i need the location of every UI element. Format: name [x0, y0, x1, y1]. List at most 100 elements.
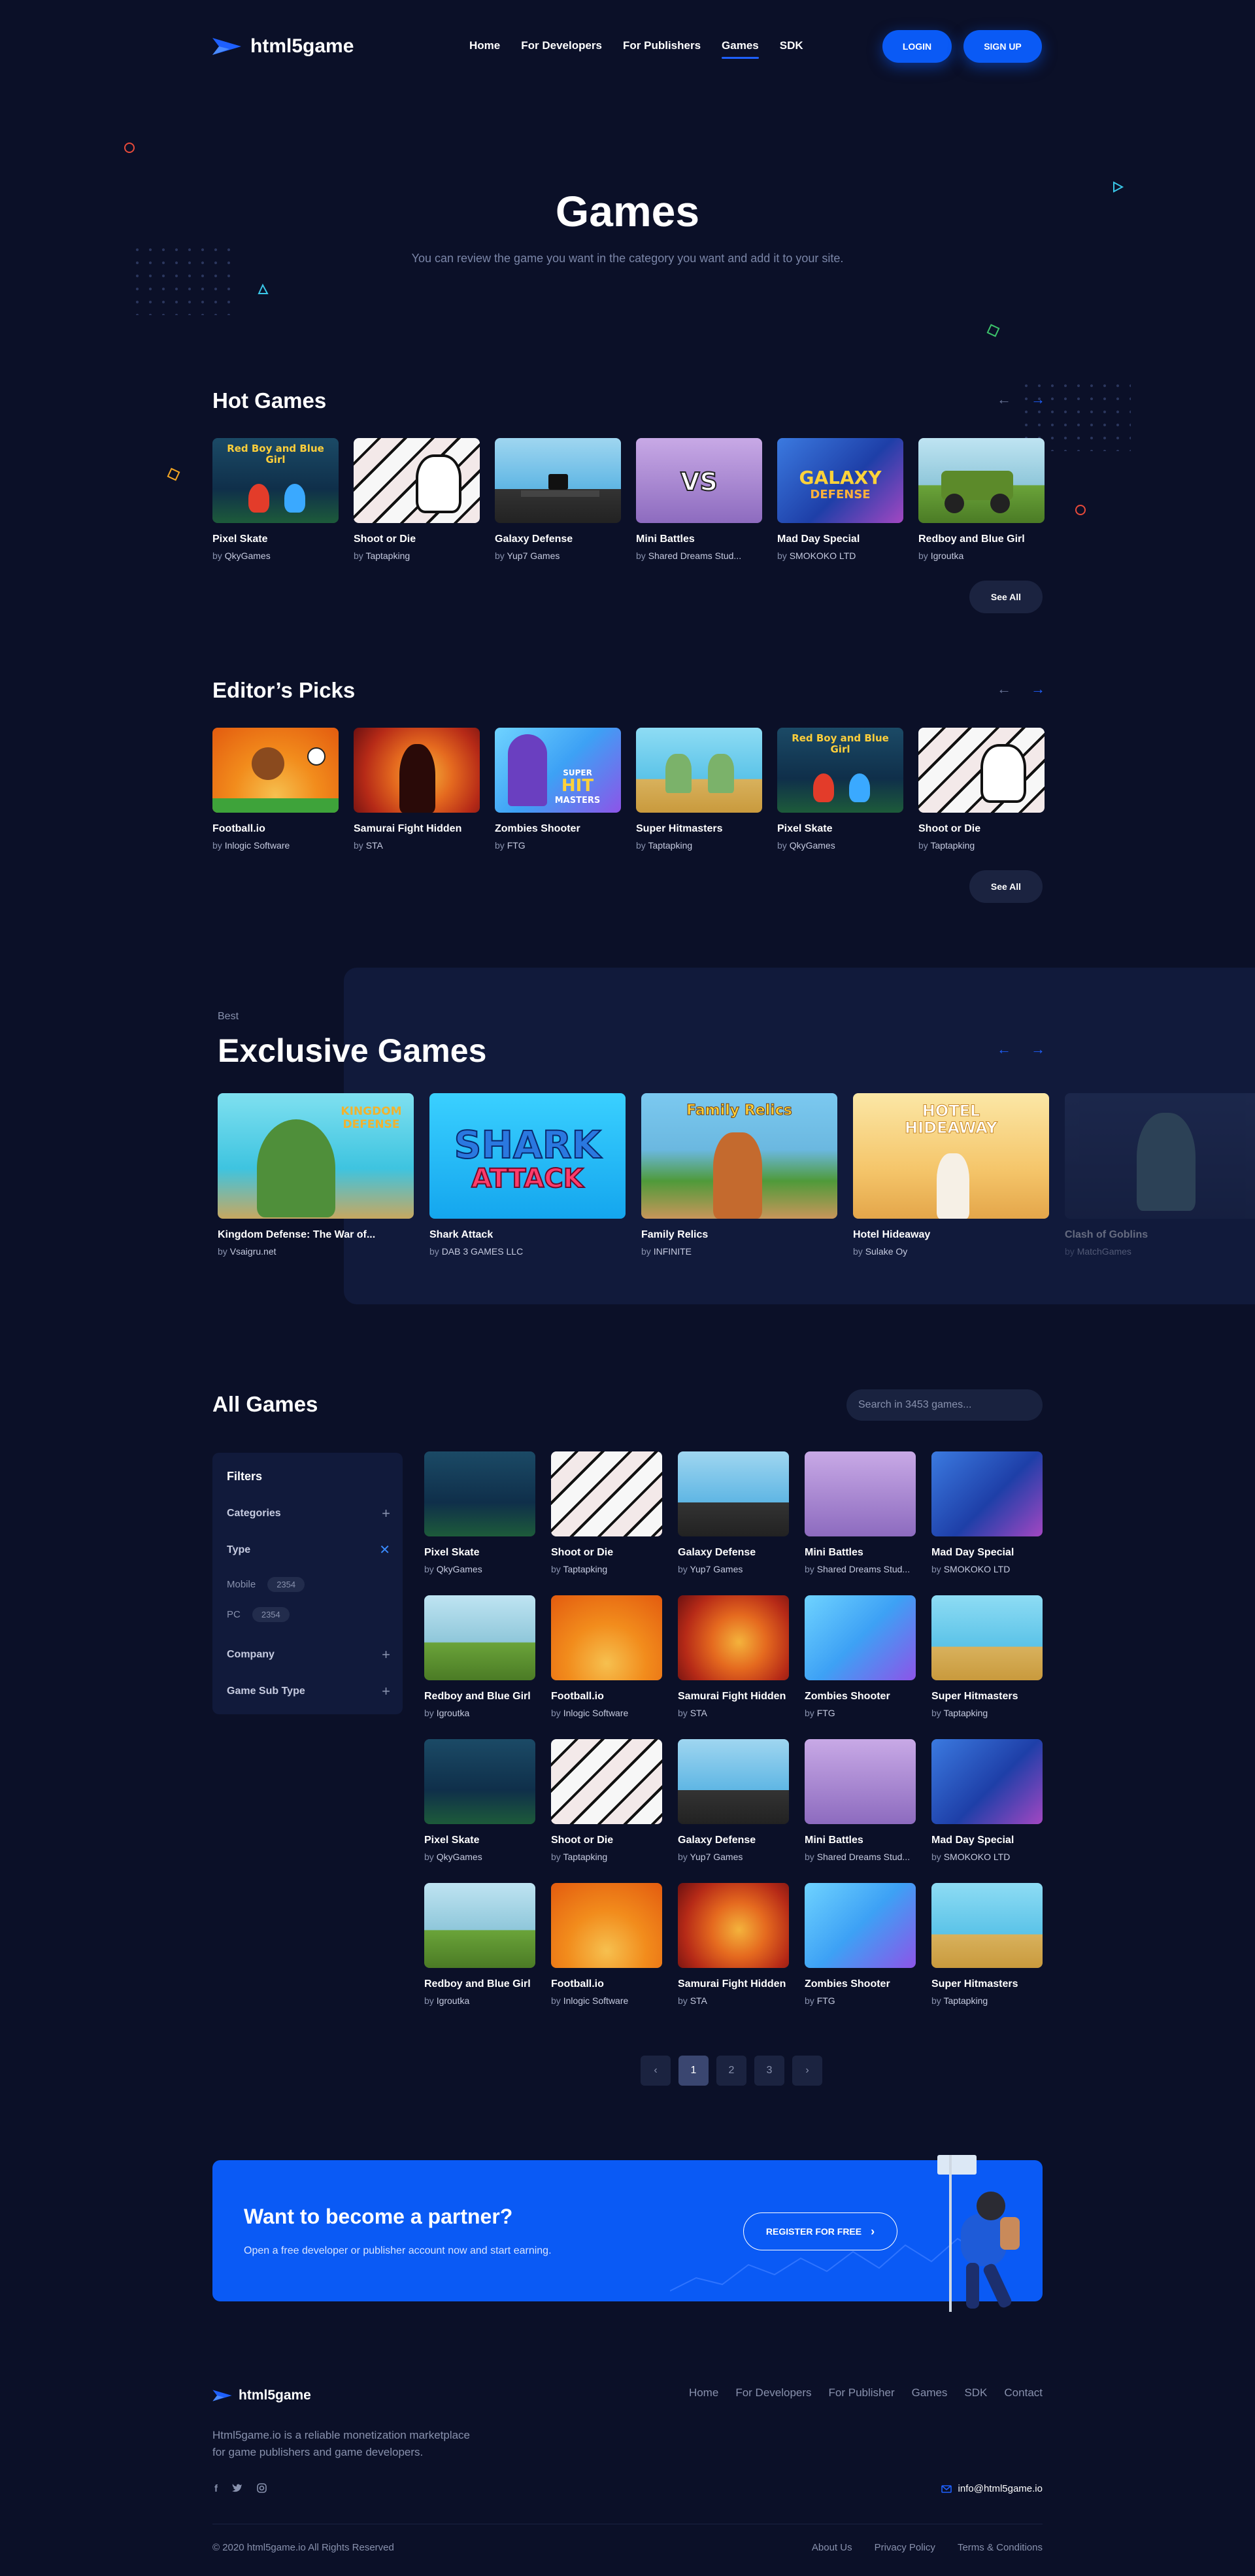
- filter-game-sub-type[interactable]: Game Sub Type +: [227, 1683, 390, 1700]
- page-button[interactable]: 1: [678, 2056, 709, 2086]
- game-card[interactable]: VS Mini Battles by Shared Dreams Stud...: [636, 438, 762, 561]
- next-arrow-icon[interactable]: →: [1031, 1041, 1045, 1058]
- game-card[interactable]: Mad Day Special by SMOKOKO LTD: [931, 1451, 1043, 1595]
- game-card[interactable]: Galaxy Defense by Yup7 Games: [678, 1739, 789, 1883]
- thumb-subtitle: MASTERS: [554, 796, 601, 805]
- instagram-icon[interactable]: [257, 2483, 267, 2493]
- footer-link-developers[interactable]: For Developers: [735, 2386, 811, 2399]
- game-card[interactable]: Zombies Shooter by FTG: [805, 1595, 916, 1739]
- filter-type[interactable]: Type ✕: [227, 1542, 390, 1558]
- signup-button[interactable]: SIGN UP: [963, 30, 1042, 63]
- game-thumbnail: [931, 1595, 1043, 1680]
- next-arrow-icon[interactable]: →: [1031, 681, 1045, 698]
- game-card[interactable]: Mini Battles by Shared Dreams Stud...: [805, 1451, 916, 1595]
- game-card[interactable]: Football.io by Inlogic Software: [551, 1883, 662, 2027]
- prev-arrow-icon[interactable]: ←: [997, 681, 1011, 698]
- footer-link-home[interactable]: Home: [689, 2386, 718, 2399]
- game-name: Mini Battles: [805, 1835, 863, 1846]
- game-card[interactable]: Samurai Fight Hidden by STA: [678, 1883, 789, 2027]
- filter-option-mobile[interactable]: Mobile 2354: [227, 1577, 305, 1592]
- game-card[interactable]: Pixel Skate by QkyGames: [424, 1451, 535, 1595]
- facebook-icon[interactable]: f: [214, 2483, 218, 2494]
- exclusive-game-card[interactable]: Family Relics Family Relics by INFINITE: [641, 1093, 837, 1257]
- game-thumbnail: [678, 1739, 789, 1824]
- game-card[interactable]: Galaxy Defense by Yup7 Games: [495, 438, 621, 561]
- nav-for-developers[interactable]: For Developers: [521, 39, 602, 52]
- game-card[interactable]: Redboy and Blue Girl by Igroutka: [918, 438, 1045, 561]
- game-card[interactable]: Football.io by Inlogic Software: [212, 728, 339, 851]
- game-card[interactable]: Super Hitmasters by Taptapking: [636, 728, 762, 851]
- game-card[interactable]: Super Hitmasters by Taptapking: [931, 1595, 1043, 1739]
- game-card[interactable]: Samurai Fight Hidden by STA: [678, 1595, 789, 1739]
- game-card[interactable]: Shoot or Die by Taptapking: [551, 1451, 662, 1595]
- register-button[interactable]: REGISTER FOR FREE ›: [743, 2212, 897, 2250]
- filter-option-pc[interactable]: PC 2354: [227, 1607, 290, 1622]
- game-card[interactable]: Red Boy and Blue Girl Pixel Skate by Qky…: [212, 438, 339, 561]
- plus-icon[interactable]: +: [382, 1646, 390, 1663]
- game-author: by QkyGames: [777, 840, 835, 851]
- search-input[interactable]: [846, 1389, 1043, 1421]
- game-card[interactable]: Redboy and Blue Girl by Igroutka: [424, 1595, 535, 1739]
- game-card[interactable]: Redboy and Blue Girl by Igroutka: [424, 1883, 535, 2027]
- footer-link-publisher[interactable]: For Publisher: [829, 2386, 895, 2399]
- footer-link-contact[interactable]: Contact: [1004, 2386, 1043, 2399]
- exclusive-game-card[interactable]: SHARK ATTACK Shark Attack by DAB 3 GAMES…: [429, 1093, 626, 1257]
- game-card[interactable]: Mini Battles by Shared Dreams Stud...: [805, 1739, 916, 1883]
- game-card[interactable]: Shoot or Die by Taptapking: [551, 1739, 662, 1883]
- filter-categories[interactable]: Categories +: [227, 1505, 390, 1522]
- prev-arrow-icon[interactable]: ←: [997, 1041, 1011, 1058]
- privacy-policy-link[interactable]: Privacy Policy: [875, 2542, 935, 2553]
- game-card[interactable]: Shoot or Die by Taptapking: [918, 728, 1045, 851]
- platform: [521, 490, 599, 497]
- brand-logo[interactable]: html5game: [212, 35, 354, 58]
- next-page-button[interactable]: ›: [792, 2056, 822, 2086]
- hot-see-all-button[interactable]: See All: [969, 581, 1043, 613]
- footer-link-sdk[interactable]: SDK: [964, 2386, 987, 2399]
- nav-games[interactable]: Games: [722, 39, 759, 59]
- game-author: by Inlogic Software: [212, 840, 290, 851]
- exclusive-game-card[interactable]: KINGDOM DEFENSE Kingdom Defense: The War…: [218, 1093, 414, 1257]
- game-card[interactable]: Super Hitmasters by Taptapking: [931, 1883, 1043, 2027]
- prev-arrow-icon[interactable]: ←: [997, 391, 1011, 408]
- close-icon[interactable]: ✕: [379, 1542, 390, 1558]
- nav-home[interactable]: Home: [469, 39, 500, 52]
- editors-see-all-button[interactable]: See All: [969, 870, 1043, 903]
- footer-brand-logo[interactable]: html5game: [212, 2388, 311, 2403]
- game-card[interactable]: Zombies Shooter by FTG: [805, 1883, 916, 2027]
- plus-icon[interactable]: +: [382, 1683, 390, 1700]
- plus-icon[interactable]: +: [382, 1505, 390, 1522]
- exclusive-game-card[interactable]: Clash of Goblins by MatchGames: [1065, 1093, 1255, 1257]
- footer-link-games[interactable]: Games: [912, 2386, 948, 2399]
- brand-name: html5game: [250, 35, 354, 57]
- game-card[interactable]: Pixel Skate by QkyGames: [424, 1739, 535, 1883]
- red-character-icon: [813, 773, 834, 802]
- footer-email[interactable]: info@html5game.io: [941, 2483, 1043, 2494]
- game-name: Family Relics: [641, 1229, 709, 1240]
- game-thumbnail: [931, 1451, 1043, 1536]
- game-thumbnail: [424, 1883, 535, 1968]
- game-author: by QkyGames: [424, 1564, 482, 1574]
- explorer-character-icon: [713, 1132, 762, 1219]
- game-card[interactable]: Galaxy Defense by Yup7 Games: [678, 1451, 789, 1595]
- login-button[interactable]: LOGIN: [882, 30, 952, 63]
- game-card[interactable]: Samurai Fight Hidden by STA: [354, 728, 480, 851]
- prev-page-button[interactable]: ‹: [641, 2056, 671, 2086]
- game-card[interactable]: GALAXY DEFENSE Mad Day Special by SMOKOK…: [777, 438, 903, 561]
- game-name: Super Hitmasters: [931, 1691, 1018, 1702]
- terms-link[interactable]: Terms & Conditions: [958, 2542, 1043, 2553]
- nav-sdk[interactable]: SDK: [780, 39, 803, 52]
- game-card[interactable]: SUPER HIT MASTERS Zombies Shooter by FTG: [495, 728, 621, 851]
- game-card[interactable]: Red Boy and Blue Girl Pixel Skate by Qky…: [777, 728, 903, 851]
- twitter-icon[interactable]: [232, 2483, 243, 2492]
- filter-company[interactable]: Company +: [227, 1646, 390, 1663]
- page-button[interactable]: 3: [754, 2056, 784, 2086]
- page-button[interactable]: 2: [716, 2056, 746, 2086]
- nav-for-publishers[interactable]: For Publishers: [623, 39, 701, 52]
- exclusive-game-card[interactable]: HOTEL HIDEAWAY Hotel Hideaway by Sulake …: [853, 1093, 1049, 1257]
- game-card[interactable]: Shoot or Die by Taptapking: [354, 438, 480, 561]
- about-us-link[interactable]: About Us: [812, 2542, 852, 2553]
- game-author: by Shared Dreams Stud...: [636, 551, 742, 561]
- next-arrow-icon[interactable]: →: [1031, 391, 1045, 408]
- game-card[interactable]: Football.io by Inlogic Software: [551, 1595, 662, 1739]
- game-card[interactable]: Mad Day Special by SMOKOKO LTD: [931, 1739, 1043, 1883]
